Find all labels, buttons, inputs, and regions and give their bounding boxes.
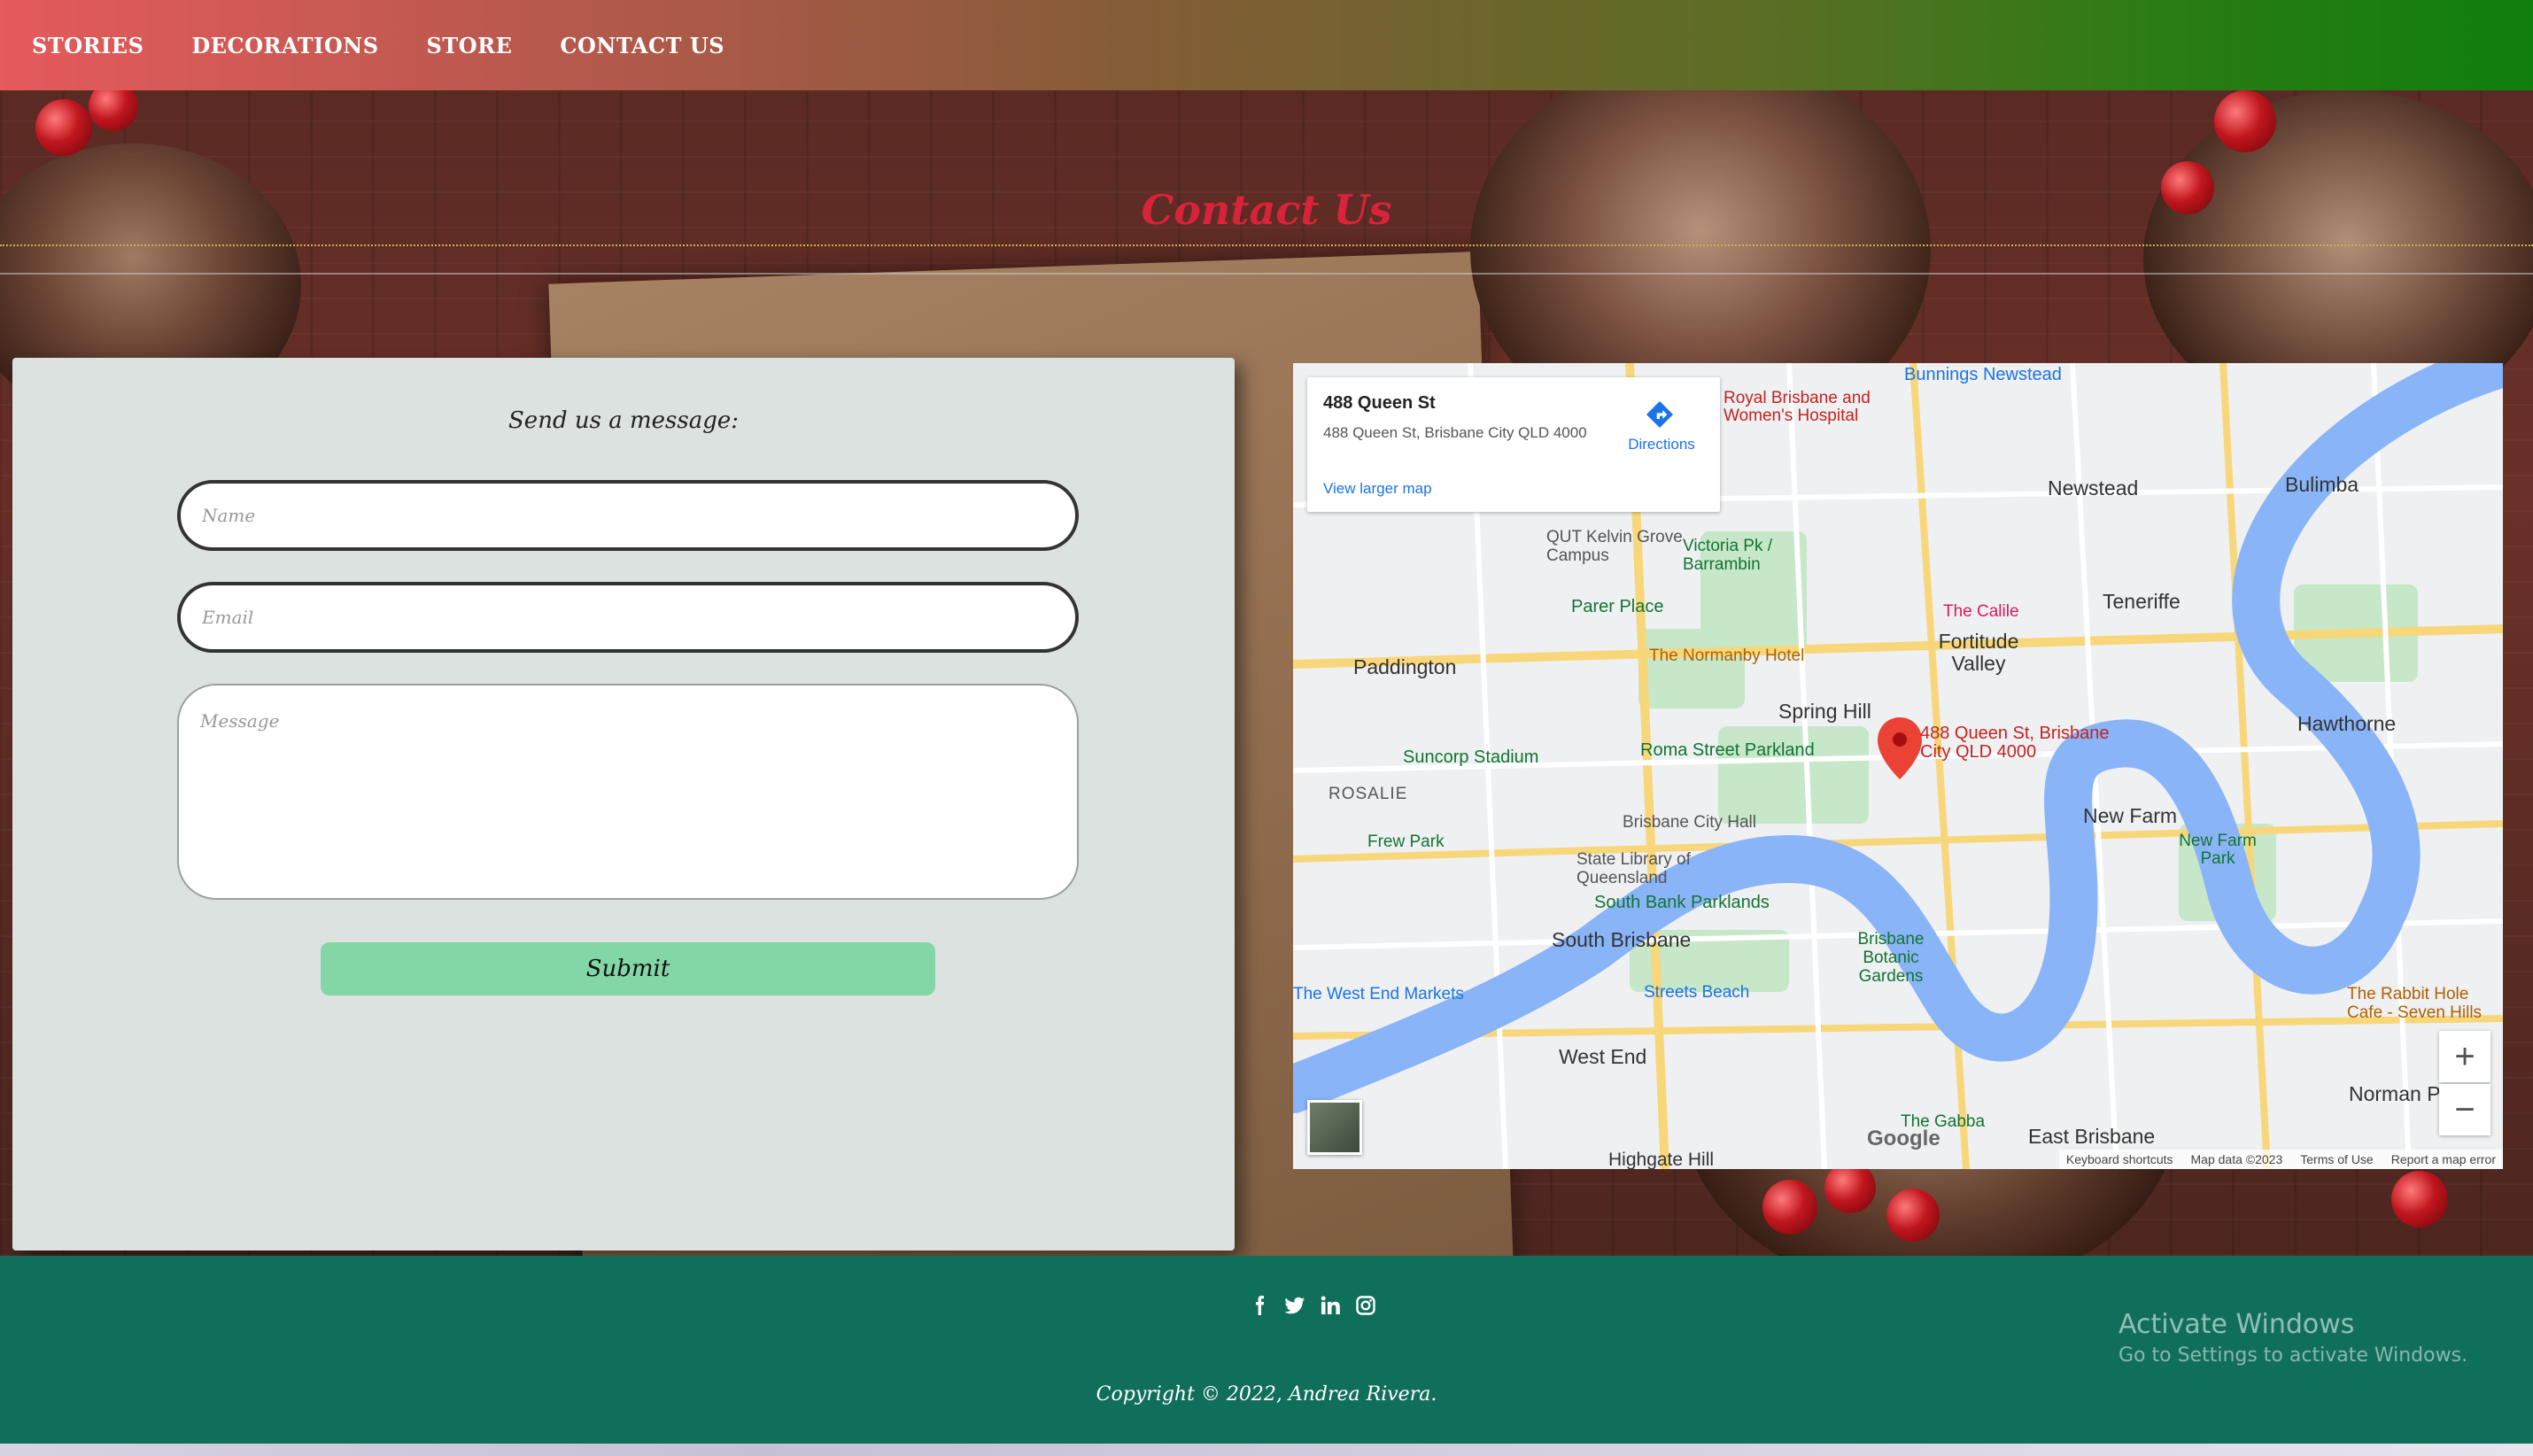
- holly-berry-decoration: [1762, 1180, 1817, 1235]
- map-info-card: 488 Queen St 488 Queen St, Brisbane City…: [1307, 377, 1720, 512]
- activate-windows-subtitle: Go to Settings to activate Windows.: [2119, 1344, 2468, 1367]
- name-field[interactable]: [177, 480, 1079, 551]
- map-label: South Brisbane: [1552, 928, 1692, 951]
- directions-icon[interactable]: [1642, 397, 1677, 432]
- holly-berry-decoration: [89, 90, 138, 131]
- map-label: ROSALIE: [1328, 785, 1408, 803]
- map-label: Bunnings Newstead: [1904, 365, 2062, 384]
- map-label: The Calile: [1943, 602, 2019, 621]
- map-label: The Normanby Hotel: [1649, 647, 1805, 665]
- map-label: East Brisbane: [2028, 1125, 2156, 1148]
- map-label: Victoria Pk / Barrambin: [1683, 537, 1773, 574]
- place-title: 488 Queen St: [1323, 393, 1436, 413]
- form-heading: Send us a message:: [508, 407, 739, 434]
- map-label: South Bank Parklands: [1594, 893, 1770, 912]
- map-label: Bulimba: [2285, 473, 2359, 496]
- directions-link[interactable]: Directions: [1617, 436, 1706, 453]
- map-layers-toggle[interactable]: [1307, 1100, 1362, 1155]
- nav-item-decorations[interactable]: DECORATIONS: [191, 33, 378, 58]
- map-label: Royal Brisbane and Women's Hospital: [1724, 389, 1871, 425]
- pin-label: 488 Queen St, Brisbane City QLD 4000: [1920, 724, 2110, 762]
- message-field[interactable]: [177, 684, 1079, 900]
- contact-form-panel: Send us a message: Submit: [12, 358, 1235, 1251]
- google-map-embed[interactable]: Bunnings Newstead Royal Brisbane and Wom…: [1293, 363, 2503, 1169]
- activate-windows-title: Activate Windows: [2119, 1309, 2355, 1340]
- map-data-text: Map data ©2023: [2190, 1152, 2283, 1166]
- page-title: Contact Us: [1141, 186, 1392, 234]
- facebook-icon[interactable]: [1249, 1295, 1270, 1316]
- holly-berry-decoration: [2391, 1171, 2448, 1228]
- copyright-text: Copyright © 2022, Andrea Rivera.: [1096, 1383, 1437, 1406]
- map-label: Brisbane City Hall: [1623, 813, 1756, 832]
- twitter-icon[interactable]: [1284, 1295, 1305, 1316]
- map-label: Streets Beach: [1644, 983, 1750, 1002]
- holly-berry-decoration: [1824, 1162, 1876, 1213]
- report-map-error-link[interactable]: Report a map error: [2391, 1152, 2496, 1166]
- map-label: Highgate Hill: [1608, 1150, 1715, 1169]
- footer: Copyright © 2022, Andrea Rivera. Activat…: [0, 1256, 2533, 1444]
- email-field[interactable]: [177, 582, 1079, 653]
- place-address: 488 Queen St, Brisbane City QLD 4000: [1323, 424, 1587, 441]
- terms-of-use-link[interactable]: Terms of Use: [2300, 1152, 2373, 1166]
- submit-button[interactable]: Submit: [321, 942, 935, 995]
- os-taskbar[interactable]: [0, 1444, 2533, 1456]
- map-label: The West End Markets: [1293, 985, 1464, 1003]
- map-label: QUT Kelvin Grove Campus: [1546, 528, 1683, 565]
- map-label: Parer Place: [1571, 597, 1664, 616]
- nav-item-store[interactable]: STORE: [427, 33, 513, 58]
- map-label: Paddington: [1353, 655, 1457, 678]
- zoom-in-button[interactable]: +: [2439, 1031, 2490, 1082]
- map-attribution: Keyboard shortcuts Map data ©2023 Terms …: [2058, 1150, 2503, 1169]
- title-divider: [0, 244, 2533, 246]
- holly-berry-decoration: [1886, 1189, 1940, 1242]
- map-label: Hawthorne: [2297, 712, 2397, 735]
- zoom-out-button[interactable]: −: [2439, 1084, 2490, 1135]
- nav-item-contact-us[interactable]: CONTACT US: [560, 33, 724, 58]
- map-label: Fortitude Valley: [1938, 630, 2019, 675]
- map-label: Norman P: [2349, 1082, 2441, 1105]
- map-label: Brisbane Botanic Gardens: [1857, 930, 1925, 986]
- instagram-icon[interactable]: [1355, 1295, 1376, 1316]
- map-label: Suncorp Stadium: [1403, 747, 1539, 767]
- map-label: State Library of Queensland: [1576, 850, 1691, 887]
- map-label: Roma Street Parkland: [1640, 740, 1815, 760]
- map-label: The Rabbit Hole Cafe - Seven Hills: [2347, 985, 2483, 1022]
- view-larger-map-link[interactable]: View larger map: [1323, 480, 1432, 498]
- google-logo: Google: [1867, 1127, 1940, 1150]
- holly-berry-decoration: [35, 99, 92, 156]
- social-links: [1249, 1295, 1376, 1316]
- top-nav: STORIES DECORATIONS STORE CONTACT US: [0, 0, 2533, 90]
- keyboard-shortcuts-link[interactable]: Keyboard shortcuts: [2066, 1152, 2173, 1166]
- map-label: Newstead: [2048, 476, 2139, 500]
- map-label: Spring Hill: [1778, 700, 1871, 723]
- title-divider: [0, 273, 2533, 275]
- map-label: New Farm: [2083, 804, 2178, 827]
- map-label: New Farm Park: [2179, 832, 2257, 868]
- nav-item-stories[interactable]: STORIES: [32, 33, 143, 58]
- holly-berry-decoration: [2214, 90, 2276, 152]
- map-label: Frew Park: [1367, 833, 1445, 851]
- map-label: Teneriffe: [2103, 590, 2181, 613]
- map-label: West End: [1559, 1045, 1647, 1068]
- linkedin-icon[interactable]: [1320, 1295, 1341, 1316]
